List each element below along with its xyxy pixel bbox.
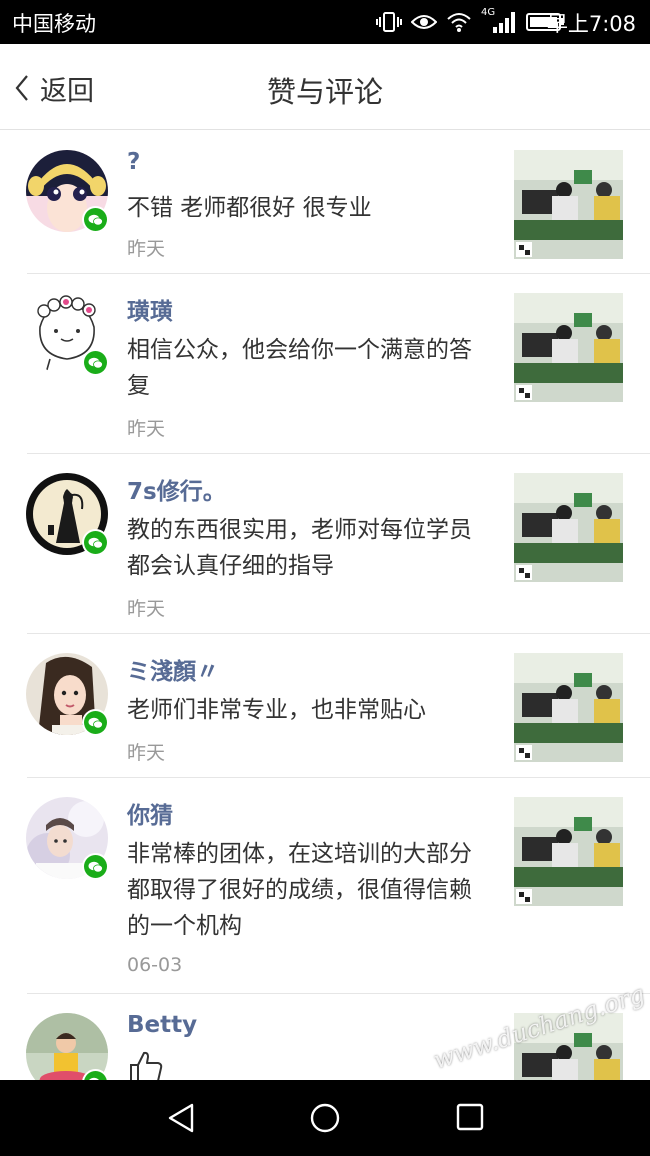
comment-time: 06-03 <box>127 954 183 976</box>
post-thumbnail[interactable] <box>514 293 623 402</box>
wechat-badge-icon <box>82 349 109 376</box>
page-title: 赞与评论 <box>266 75 383 109</box>
post-thumbnail[interactable] <box>514 797 623 906</box>
comment-time: 昨天 <box>127 742 166 764</box>
wechat-badge-icon <box>82 529 109 556</box>
wechat-badge-icon <box>82 709 109 736</box>
comment-text: 相信公众，他会给你一个满意的答复 <box>127 337 472 399</box>
list-item[interactable]: 你猜 非常棒的团体，在这培训的大部分都取得了很好的成绩，很值得信赖的一个机构 0… <box>0 778 650 994</box>
recent-apps-icon[interactable] <box>455 1102 485 1132</box>
clock: 早上7:08 <box>546 12 636 36</box>
wifi-icon <box>447 13 471 32</box>
back-triangle-icon[interactable] <box>166 1102 196 1134</box>
user-name[interactable]: 7s修行。 <box>127 472 226 506</box>
comment-time: 昨天 <box>127 598 166 620</box>
post-thumbnail[interactable] <box>514 150 623 259</box>
comment-text: 不错 老师都很好 很专业 <box>127 195 372 221</box>
user-name[interactable]: 你猜 <box>127 796 173 830</box>
home-circle-icon[interactable] <box>309 1102 341 1134</box>
user-name[interactable]: Betty <box>127 1012 197 1038</box>
status-bar: 中国移动 4G 早上7:08 <box>0 0 650 44</box>
list-item[interactable]: 7s修行。 教的东西很实用，老师对每位学员都会认真仔细的指导 昨天 <box>0 454 650 634</box>
wechat-badge-icon <box>82 853 109 880</box>
cell-signal-icon: 4G <box>481 7 517 35</box>
list-item[interactable]: ? 不错 老师都很好 很专业 昨天 <box>0 131 650 274</box>
post-thumbnail[interactable] <box>514 473 623 582</box>
comment-time: 昨天 <box>127 418 166 440</box>
comment-text: 非常棒的团体，在这培训的大部分都取得了很好的成绩，很值得信赖的一个机构 <box>127 841 472 939</box>
comment-time: 昨天 <box>127 238 166 260</box>
comment-text: 老师们非常专业，也非常贴心 <box>127 697 426 723</box>
comment-text: 教的东西很实用，老师对每位学员都会认真仔细的指导 <box>127 517 472 579</box>
user-name[interactable]: 璜璜 <box>127 292 173 326</box>
post-thumbnail[interactable] <box>514 653 623 762</box>
carrier-label: 中国移动 <box>12 12 96 36</box>
header: 返回 赞与评论 <box>0 44 650 130</box>
list-item[interactable]: ミ淺顏〃 老师们非常专业，也非常贴心 昨天 <box>0 634 650 778</box>
wechat-badge-icon <box>82 206 109 233</box>
notification-list[interactable]: ? 不错 老师都很好 很专业 昨天 璜璜 相信公众，他会给你一个满意的答复 昨天… <box>0 131 650 1080</box>
list-item[interactable]: 璜璜 相信公众，他会给你一个满意的答复 昨天 <box>0 274 650 454</box>
navigation-bar <box>0 1080 650 1156</box>
eye-icon <box>411 15 437 29</box>
vibrate-icon <box>376 12 402 32</box>
status-icons: 4G <box>376 6 566 38</box>
thumbs-up-icon <box>130 1051 163 1080</box>
user-name[interactable]: ? <box>127 149 140 175</box>
user-name[interactable]: ミ淺顏〃 <box>127 652 219 686</box>
